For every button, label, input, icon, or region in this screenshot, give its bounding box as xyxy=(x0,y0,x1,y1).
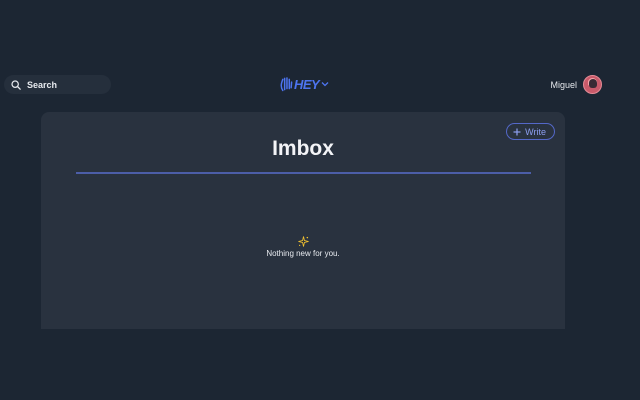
sparkle-icon xyxy=(297,236,309,247)
empty-message: Nothing new for you. xyxy=(266,249,340,258)
search-box[interactable]: Search xyxy=(4,75,111,94)
empty-state: Nothing new for you. xyxy=(41,236,565,258)
search-label: Search xyxy=(27,79,58,90)
write-label: Write xyxy=(525,126,546,137)
imbox-panel: Write Imbox Nothing new for you. xyxy=(41,112,565,329)
avatar[interactable] xyxy=(583,75,602,94)
search-icon xyxy=(11,79,21,90)
hey-logo-menu[interactable]: HEY xyxy=(280,74,329,94)
title-divider xyxy=(76,172,531,174)
user-menu[interactable]: Miguel xyxy=(550,75,602,94)
logo-text: HEY xyxy=(294,76,320,92)
app-window: Search HEY Miguel Write Imbox Nothing ne… xyxy=(0,0,640,400)
user-name: Miguel xyxy=(550,79,577,90)
page-title: Imbox xyxy=(272,137,334,160)
hey-hand-logo-icon xyxy=(280,77,293,92)
chevron-down-icon xyxy=(321,82,329,87)
plus-icon xyxy=(513,128,521,135)
